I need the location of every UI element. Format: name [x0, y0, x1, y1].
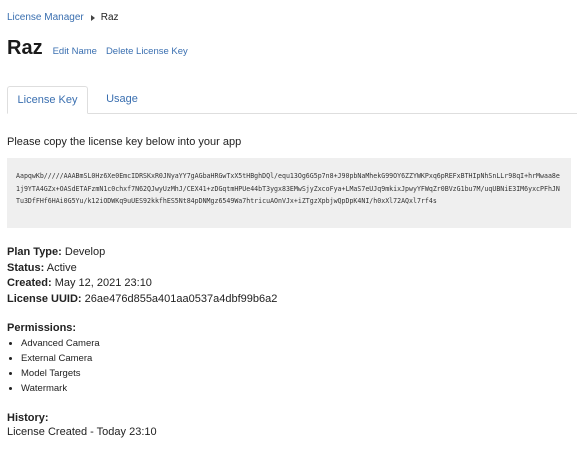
license-details: Plan Type: Develop Status: Active Create…: [7, 245, 277, 307]
permission-item: Model Targets: [21, 366, 100, 381]
page-title: Raz: [7, 37, 43, 59]
uuid-label: License UUID:: [7, 292, 82, 305]
breadcrumb-license-manager-link[interactable]: License Manager: [7, 12, 84, 23]
uuid-row: License UUID: 26ae476d855a401aa0537a4dbf…: [7, 292, 277, 308]
permission-item: Advanced Camera: [21, 336, 100, 351]
edit-name-link[interactable]: Edit Name: [53, 46, 97, 57]
tab-usage[interactable]: Usage: [103, 86, 141, 113]
history-title: History:: [7, 412, 49, 424]
permission-item: External Camera: [21, 351, 100, 366]
status-label: Status:: [7, 261, 45, 274]
permissions-section: Permissions: Advanced Camera External Ca…: [7, 322, 100, 396]
status-value: Active: [46, 261, 77, 274]
delete-license-key-link[interactable]: Delete License Key: [106, 46, 188, 57]
license-key-box[interactable]: AapqwKb/////AAABmSL0Hz6Xe0EmcIDRSKxR0JNy…: [7, 158, 571, 228]
uuid-value: 26ae476d855a401aa0537a4dbf99b6a2: [84, 292, 278, 305]
permissions-title: Permissions:: [7, 322, 77, 334]
breadcrumb-current: Raz: [100, 12, 119, 23]
chevron-right-icon: [90, 14, 95, 21]
license-detail-page: License Manager Raz Raz Edit Name Delete…: [0, 0, 577, 454]
tab-license-key[interactable]: License Key: [7, 86, 88, 114]
history-section: History: License Created - Today 23:10: [7, 412, 157, 440]
history-entry: License Created - Today 23:10: [7, 426, 157, 438]
plan-type-row: Plan Type: Develop: [7, 245, 277, 261]
permission-item: Watermark: [21, 381, 100, 396]
permissions-list: Advanced Camera External Camera Model Ta…: [7, 336, 100, 396]
created-value: May 12, 2021 23:10: [54, 277, 152, 289]
created-label: Created:: [7, 277, 52, 289]
copy-instruction: Please copy the license key below into y…: [7, 136, 242, 148]
status-row: Status: Active: [7, 261, 277, 277]
title-row: Raz Edit Name Delete License Key: [7, 37, 197, 60]
plan-type-label: Plan Type:: [7, 246, 62, 258]
tab-bar: License Key Usage: [7, 86, 577, 114]
breadcrumb: License Manager Raz: [7, 12, 119, 23]
plan-type-value: Develop: [64, 246, 106, 258]
created-row: Created: May 12, 2021 23:10: [7, 276, 277, 292]
